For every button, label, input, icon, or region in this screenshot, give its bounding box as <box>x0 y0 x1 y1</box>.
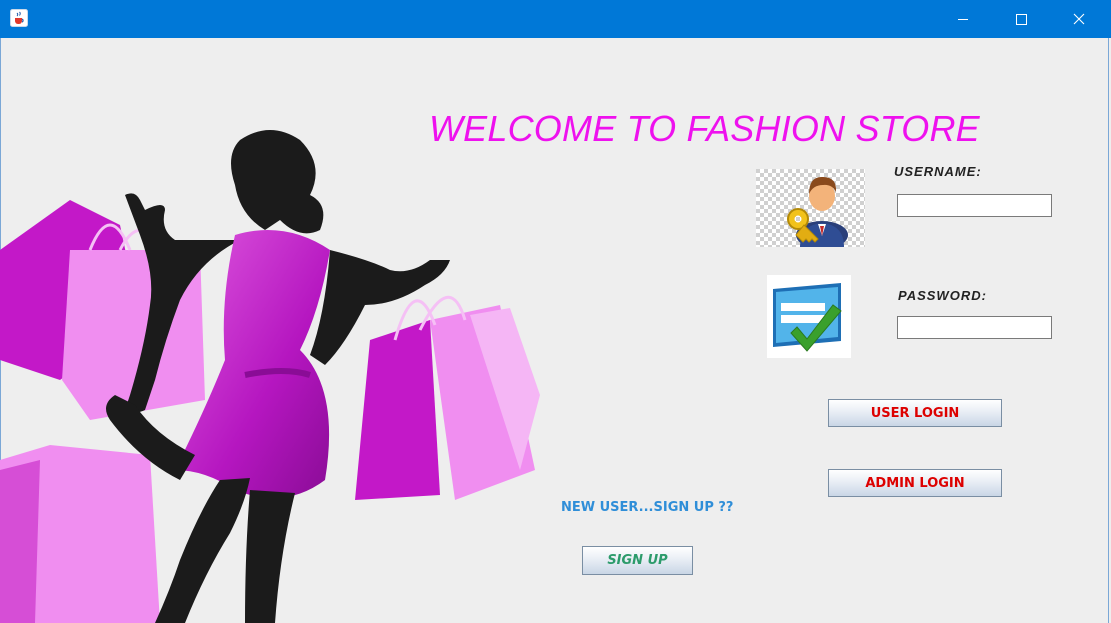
maximize-button[interactable] <box>992 0 1050 38</box>
close-icon <box>1073 13 1085 25</box>
password-field[interactable] <box>897 316 1052 339</box>
user-key-icon <box>756 169 865 247</box>
java-cup-icon <box>10 9 28 27</box>
shopping-woman-illustration <box>0 130 540 623</box>
username-label: USERNAME: <box>894 164 982 179</box>
close-button[interactable] <box>1050 0 1108 38</box>
title-bar[interactable] <box>0 0 1111 38</box>
password-label: PASSWORD: <box>898 288 987 303</box>
user-login-button[interactable]: USER LOGIN <box>828 399 1002 427</box>
password-check-icon <box>767 275 851 358</box>
minimize-button[interactable] <box>934 0 992 38</box>
sign-up-button[interactable]: SIGN UP <box>582 546 693 575</box>
new-user-label: NEW USER...SIGN UP ?? <box>561 500 734 515</box>
admin-login-button[interactable]: ADMIN LOGIN <box>828 469 1002 497</box>
welcome-title: WELCOME TO FASHION STORE <box>429 108 980 149</box>
minimize-icon <box>958 19 968 20</box>
maximize-icon <box>1016 14 1027 25</box>
username-field[interactable] <box>897 194 1052 217</box>
